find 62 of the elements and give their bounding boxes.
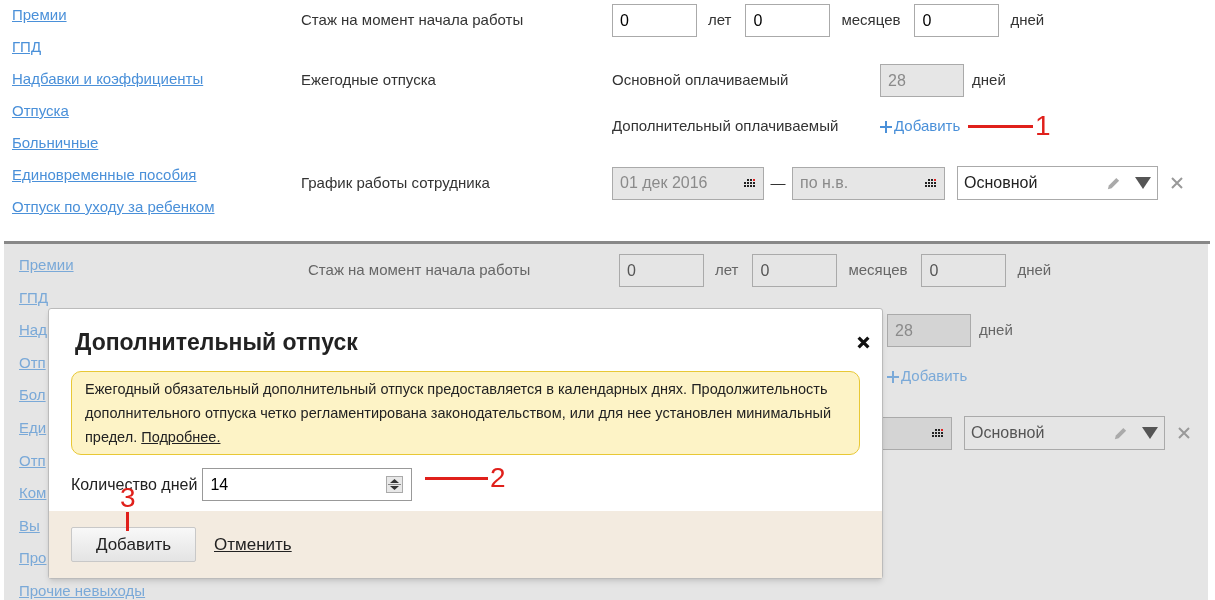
input-field[interactable]: 0	[914, 4, 1000, 37]
unit-label: дней	[972, 70, 1006, 91]
annotation-number: 2	[490, 463, 506, 493]
range-dash: —	[770, 173, 786, 191]
sidebar-link[interactable]: ГПД	[19, 286, 49, 310]
field-label: Дополнительный оплачиваемый	[612, 117, 839, 135]
unit-label: месяцев	[841, 10, 901, 31]
cancel-link[interactable]: Отменить	[214, 531, 292, 558]
schedule-select[interactable]: Основной	[964, 416, 1165, 450]
pencil-icon	[1106, 175, 1121, 191]
add-link[interactable]: Добавить	[880, 115, 961, 138]
sidebar-link[interactable]: Вы	[19, 514, 40, 538]
sidebar-link[interactable]: Бол	[19, 384, 46, 407]
unit-label: месяцев	[848, 260, 908, 281]
unit-label: дней	[1010, 10, 1045, 31]
sidebar-link[interactable]: Надбавки и коэффициенты	[12, 68, 204, 91]
section-label: Ежегодные отпуска	[301, 71, 436, 89]
dropdown-caret-icon	[1135, 177, 1151, 189]
sidebar-link[interactable]: Отпуск по уходу за ребенком	[12, 196, 215, 219]
notice-text: Ежегодный обязательный дополнительный отпуск предоставляется в календарных днях. Продолжительность дополнительного отпуска четко регламентирована законодательством, или для нее установлен минимальный предел. Подробнее.	[85, 380, 832, 447]
sidebar-link[interactable]: Единовременные пособия	[12, 164, 197, 187]
annotation-number: 1	[1035, 111, 1051, 141]
schedule-select[interactable]: Основной	[957, 166, 1158, 200]
sidebar-link[interactable]: Премии	[12, 4, 67, 27]
sidebar-link[interactable]: Ком	[19, 482, 47, 505]
field-label: Основной оплачиваемый	[612, 71, 789, 89]
sidebar-link[interactable]: Отпуска	[12, 100, 69, 123]
sidebar-link[interactable]: Прочие невыходы	[19, 579, 146, 600]
input-field[interactable]: 0	[921, 254, 1007, 287]
plus-icon	[887, 370, 899, 383]
input-field[interactable]: 0	[752, 254, 838, 287]
close-icon[interactable]	[857, 335, 870, 349]
sidebar-link[interactable]: Отп	[19, 351, 46, 375]
add-button[interactable]: Добавить	[71, 527, 196, 562]
unit-label: лет	[708, 10, 732, 31]
days-input[interactable]: 14	[202, 468, 413, 501]
spinner-icon	[386, 476, 404, 493]
sidebar-link[interactable]: Еди	[19, 416, 47, 440]
pencil-icon	[1113, 425, 1128, 441]
field-label: Стаж на момент начала работы	[308, 261, 531, 279]
sidebar-link[interactable]: Отп	[19, 449, 46, 473]
more-link[interactable]: Подробнее.	[141, 429, 221, 445]
field-label: Стаж на момент начала работы	[301, 11, 524, 29]
input-field[interactable]: 0	[619, 254, 704, 287]
input-field[interactable]: 0	[745, 4, 831, 37]
plus-icon	[880, 120, 892, 133]
unit-label: дней	[979, 320, 1013, 341]
sidebar-link[interactable]: Премии	[19, 254, 74, 277]
dropdown-caret-icon	[1142, 427, 1158, 439]
add-link[interactable]: Добавить	[887, 365, 968, 388]
leader-line	[425, 476, 488, 480]
dialog-title: Дополнительный отпуск	[75, 327, 358, 357]
field-label: График работы сотрудника	[301, 173, 490, 191]
sidebar-link[interactable]: Над	[19, 319, 47, 342]
unit-label: лет	[715, 260, 739, 281]
sidebar-link[interactable]: ГПД	[12, 36, 42, 59]
leader-line	[968, 124, 1033, 128]
input-field[interactable]: 0	[612, 4, 697, 37]
sidebar-link[interactable]: Про	[19, 547, 47, 570]
leader-line	[126, 512, 130, 531]
unit-label: дней	[1017, 260, 1052, 281]
sidebar-link[interactable]: Больничные	[12, 132, 99, 155]
